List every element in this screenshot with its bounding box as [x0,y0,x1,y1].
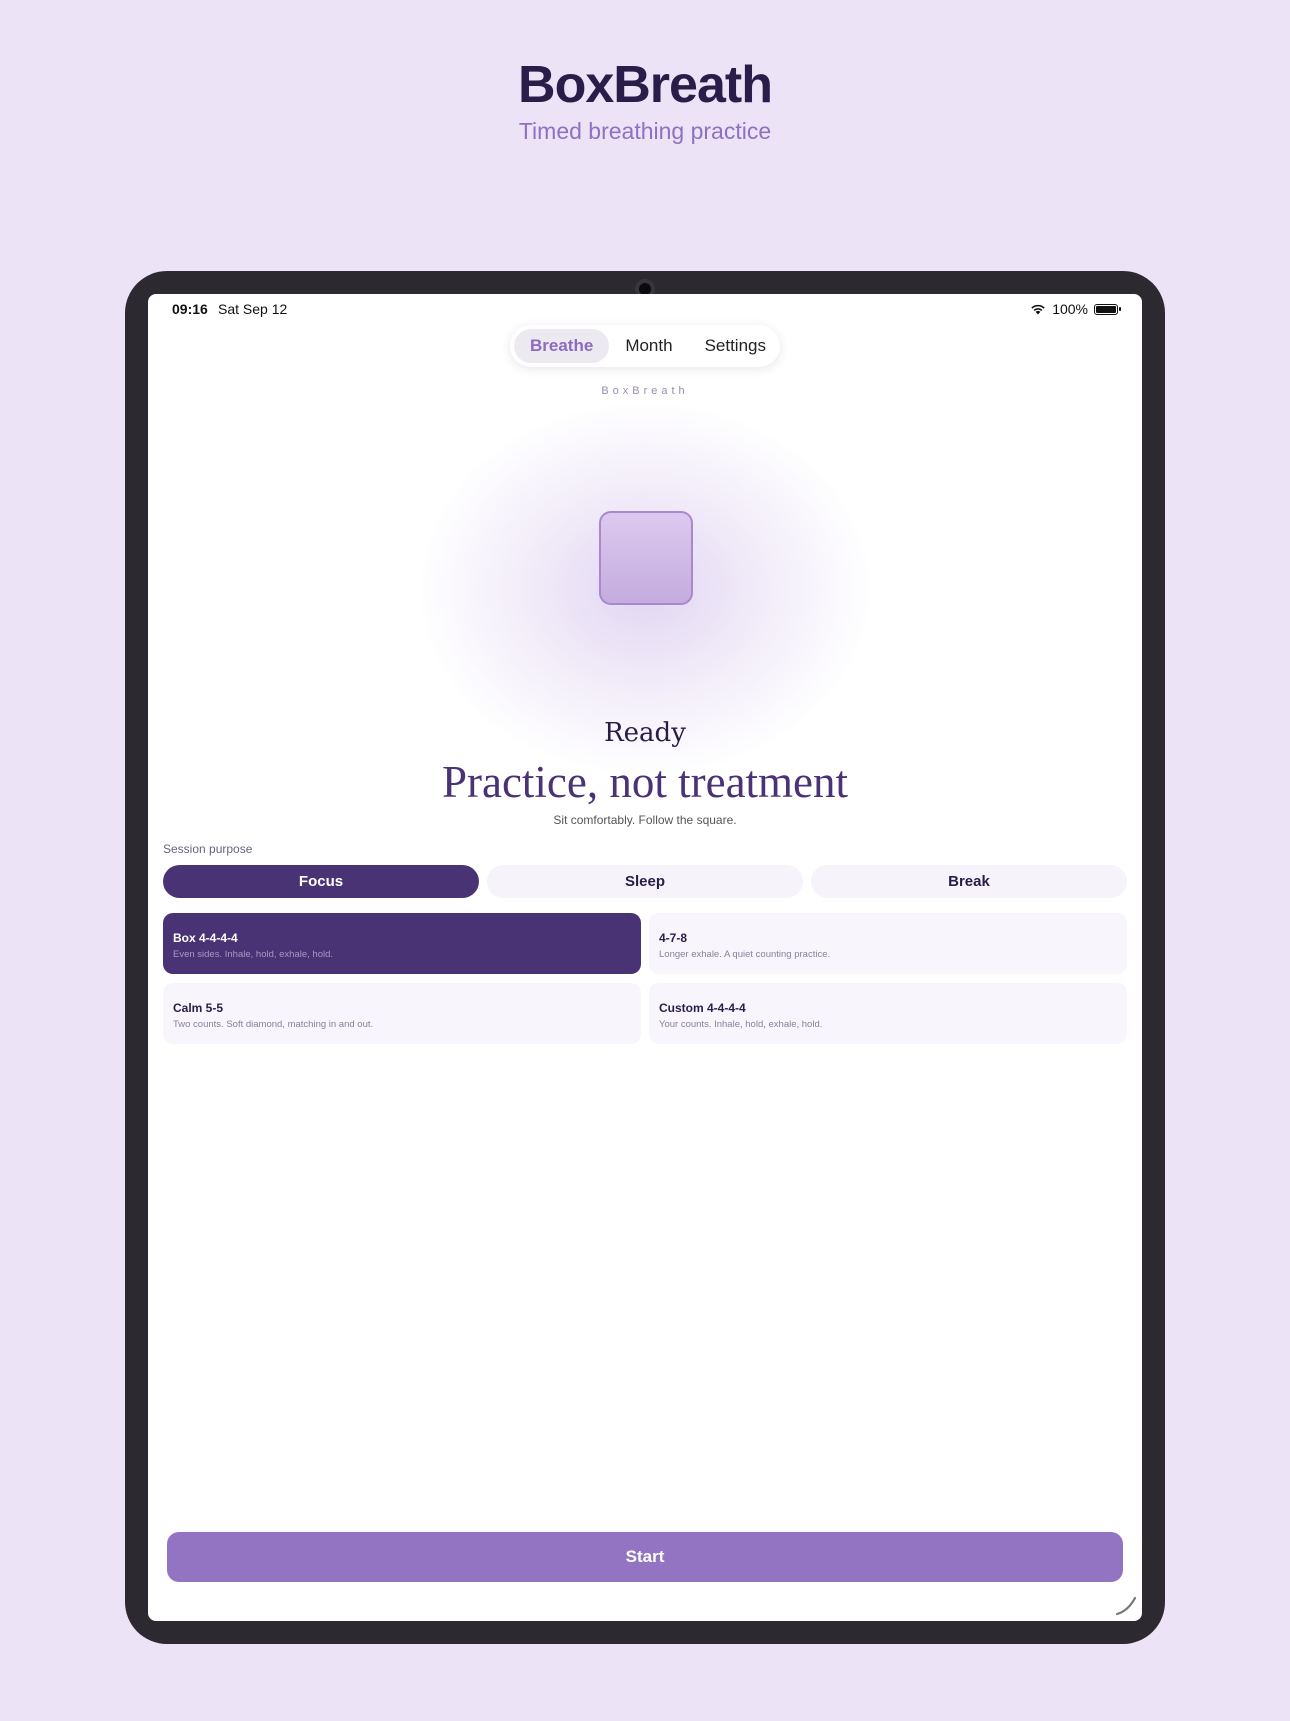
pattern-name: 4-7-8 [659,931,688,945]
instruction-text: Sit comfortably. Follow the square. [553,813,737,827]
pattern-name: Calm 5-5 [173,1001,224,1015]
breathing-square [599,511,693,605]
purpose-selector: Focus Sleep Break [163,865,1127,898]
tab-month[interactable]: Month [609,329,688,363]
tab-breathe[interactable]: Breathe [514,329,610,363]
purpose-focus-button[interactable]: Focus [163,865,479,898]
pattern-card-custom[interactable]: Custom 4-4-4-4 Your counts. Inhale, hold… [649,983,1127,1044]
purpose-sleep-button[interactable]: Sleep [487,865,803,898]
pattern-name: Custom 4-4-4-4 [659,1001,746,1015]
purpose-break-button[interactable]: Break [811,865,1127,898]
wifi-icon [1031,304,1045,315]
pattern-desc: Two counts. Soft diamond, matching in an… [173,1019,374,1030]
pattern-grid: Box 4-4-4-4 Even sides. Inhale, hold, ex… [163,913,1127,1044]
status-time: 09:16 [172,301,208,317]
resize-corner-icon [1115,1596,1137,1616]
start-button[interactable]: Start [167,1532,1123,1582]
pattern-desc: Even sides. Inhale, hold, exhale, hold. [173,949,334,960]
purpose-label: Session purpose [163,842,253,856]
status-indicators: 100% [1030,301,1121,317]
hero-title: BoxBreath [518,56,773,114]
battery-percent: 100% [1052,301,1088,317]
battery-icon [1094,303,1121,315]
pattern-card-box[interactable]: Box 4-4-4-4 Even sides. Inhale, hold, ex… [163,913,641,974]
status-date: Sat Sep 12 [218,301,288,317]
main-tab-bar: Breathe Month Settings [510,325,780,367]
brand-caption: BoxBreath [601,385,689,397]
pattern-card-calm[interactable]: Calm 5-5 Two counts. Soft diamond, match… [163,983,641,1044]
pattern-card-478[interactable]: 4-7-8 Longer exhale. A quiet counting pr… [649,913,1127,974]
breathing-state: Ready [604,718,686,748]
tablet-frame: 09:16 Sat Sep 12 100% Breathe Month Sett… [125,271,1165,1644]
headline: Practice, not treatment [441,757,849,807]
pattern-desc: Your counts. Inhale, hold, exhale, hold. [659,1019,823,1030]
hero-subtitle: Timed breathing practice [518,118,772,144]
pattern-name: Box 4-4-4-4 [173,931,238,945]
app-screen: 09:16 Sat Sep 12 100% Breathe Month Sett… [148,294,1142,1621]
pattern-desc: Longer exhale. A quiet counting practice… [659,949,831,960]
tab-settings[interactable]: Settings [689,329,782,363]
